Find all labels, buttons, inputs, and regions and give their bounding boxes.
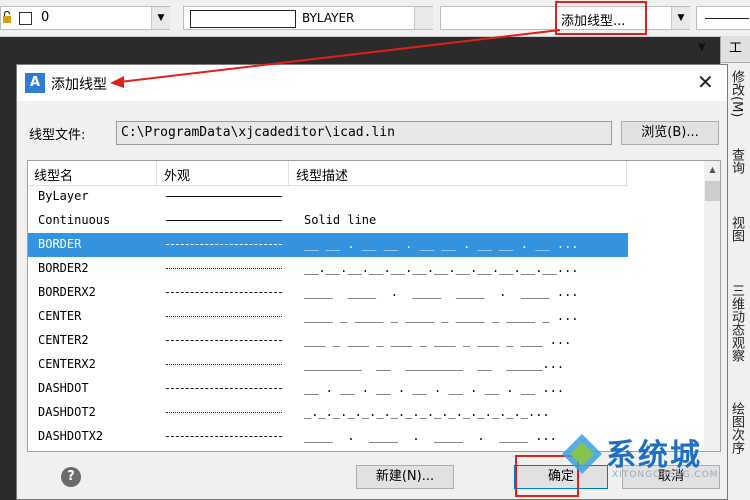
watermark-subtext: XITONGCHENG.COM xyxy=(612,470,719,480)
annotation-arrow xyxy=(110,29,561,88)
watermark-logo-icon xyxy=(562,434,602,474)
watermark: 系统城 XITONGCHENG.COM xyxy=(560,428,750,500)
watermark-text: 系统城 xyxy=(606,438,702,473)
